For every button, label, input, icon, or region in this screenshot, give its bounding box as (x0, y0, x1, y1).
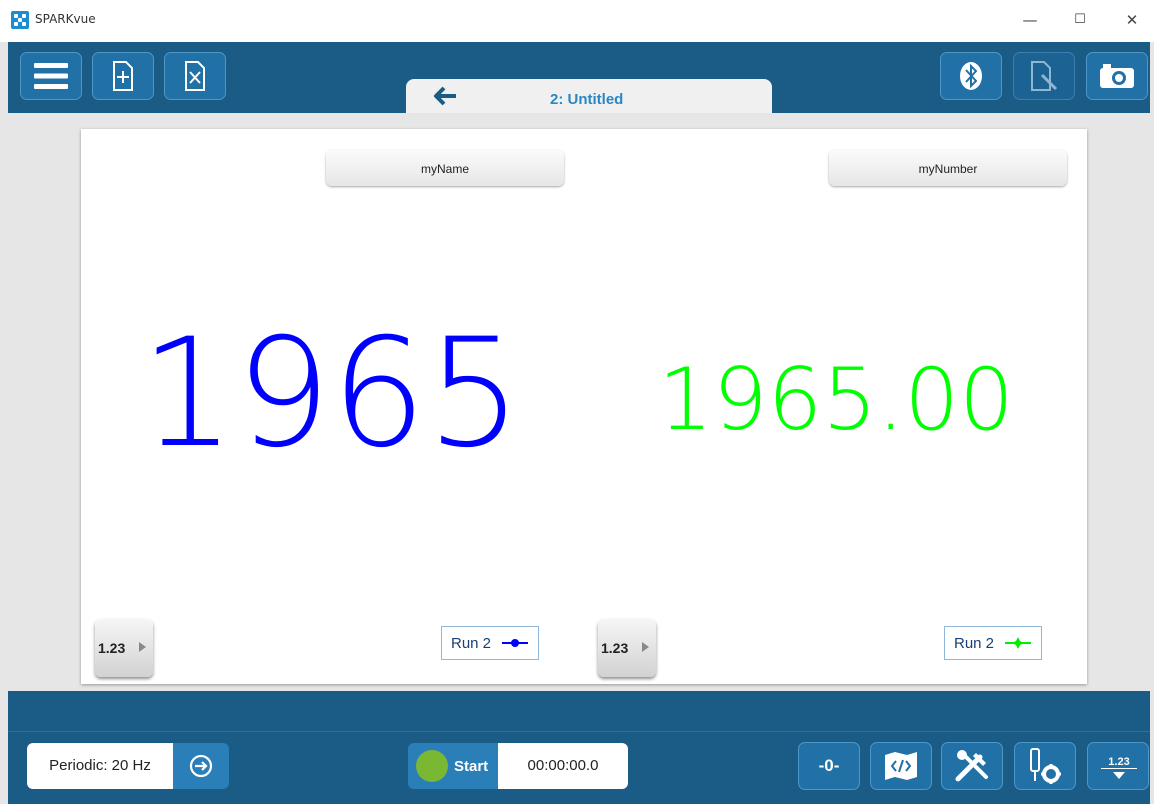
page-canvas: myName 1965 1.23 Run 2 myNumber 1965.00 … (81, 129, 1087, 684)
window-title: SPARKvue (35, 12, 96, 26)
run-label: Run 2 (954, 635, 995, 652)
new-page-button[interactable] (92, 52, 154, 100)
tools-icon (955, 750, 988, 782)
annotation-button[interactable] (1013, 52, 1075, 100)
run-marker-icon (1005, 637, 1031, 649)
tools-button[interactable] (941, 742, 1003, 790)
close-button[interactable]: ✕ (1117, 6, 1147, 34)
bluetooth-icon (960, 62, 982, 90)
sensor-settings-icon (1030, 748, 1061, 784)
bluetooth-button[interactable] (940, 52, 1002, 100)
menu-button[interactable] (20, 52, 82, 100)
annotation-icon (1031, 61, 1058, 91)
page-title: 2: Untitled (550, 91, 624, 108)
digits-value-myname: 1965 (140, 307, 522, 481)
sparkvue-window: SPARKvue — ☐ ✕ 2: Untitled myName 1965 1… (0, 0, 1154, 804)
digits-format-label: 1.23 (601, 640, 629, 656)
elapsed-time: 00:00:00.0 (498, 743, 628, 789)
menu-icon (34, 63, 68, 89)
run-marker-icon (502, 639, 528, 647)
start-button[interactable]: Start (408, 743, 498, 789)
title-bar: SPARKvue — ☐ ✕ (0, 0, 1154, 42)
triangle-down-icon (1113, 772, 1125, 779)
digits-value-mynumber: 1965.00 (658, 350, 1014, 450)
sampling-cycle-icon (189, 754, 213, 778)
run-legend-2[interactable]: Run 2 (944, 626, 1042, 660)
digits-tool-icon: 1.23 (1101, 753, 1137, 779)
digits-format-button-1[interactable]: 1.23 (95, 619, 153, 677)
arrow-left-icon[interactable] (432, 85, 458, 107)
bottom-toolbar: Periodic: 20 Hz Start 00:00:00.0 -0- 1.2… (8, 731, 1150, 804)
triangle-right-icon (139, 642, 146, 652)
digits-format-label: 1.23 (98, 640, 126, 656)
camera-icon (1100, 64, 1134, 88)
maximize-button[interactable]: ☐ (1065, 6, 1095, 34)
run-legend-1[interactable]: Run 2 (441, 626, 539, 660)
sparkvue-logo-icon (11, 11, 29, 29)
sampling-rate-label[interactable]: Periodic: 20 Hz (27, 743, 173, 789)
delete-page-button[interactable] (164, 52, 226, 100)
camera-button[interactable] (1086, 52, 1148, 100)
run-label: Run 2 (451, 635, 492, 652)
code-button[interactable] (870, 742, 932, 790)
zero-sensor-icon: -0- (818, 756, 840, 775)
sensor-settings-button[interactable] (1014, 742, 1076, 790)
digits-tool-label: 1.23 (1101, 756, 1137, 769)
code-icon (885, 752, 917, 780)
minimize-button[interactable]: — (1015, 6, 1045, 34)
measurement-selector-mynumber[interactable]: myNumber (829, 150, 1067, 186)
new-page-icon (113, 61, 133, 91)
digits-format-button-2[interactable]: 1.23 (598, 619, 656, 677)
measurement-selector-myname[interactable]: myName (326, 150, 564, 186)
page-tab[interactable]: 2: Untitled (406, 79, 772, 113)
zero-sensor-button[interactable]: -0- (798, 742, 860, 790)
digits-tool-button[interactable]: 1.23 (1087, 742, 1149, 790)
start-label: Start (454, 758, 489, 775)
status-strip (8, 691, 1150, 731)
triangle-right-icon (642, 642, 649, 652)
delete-page-icon (185, 61, 205, 91)
start-indicator-icon (416, 750, 448, 782)
sampling-options-button[interactable] (173, 743, 229, 789)
